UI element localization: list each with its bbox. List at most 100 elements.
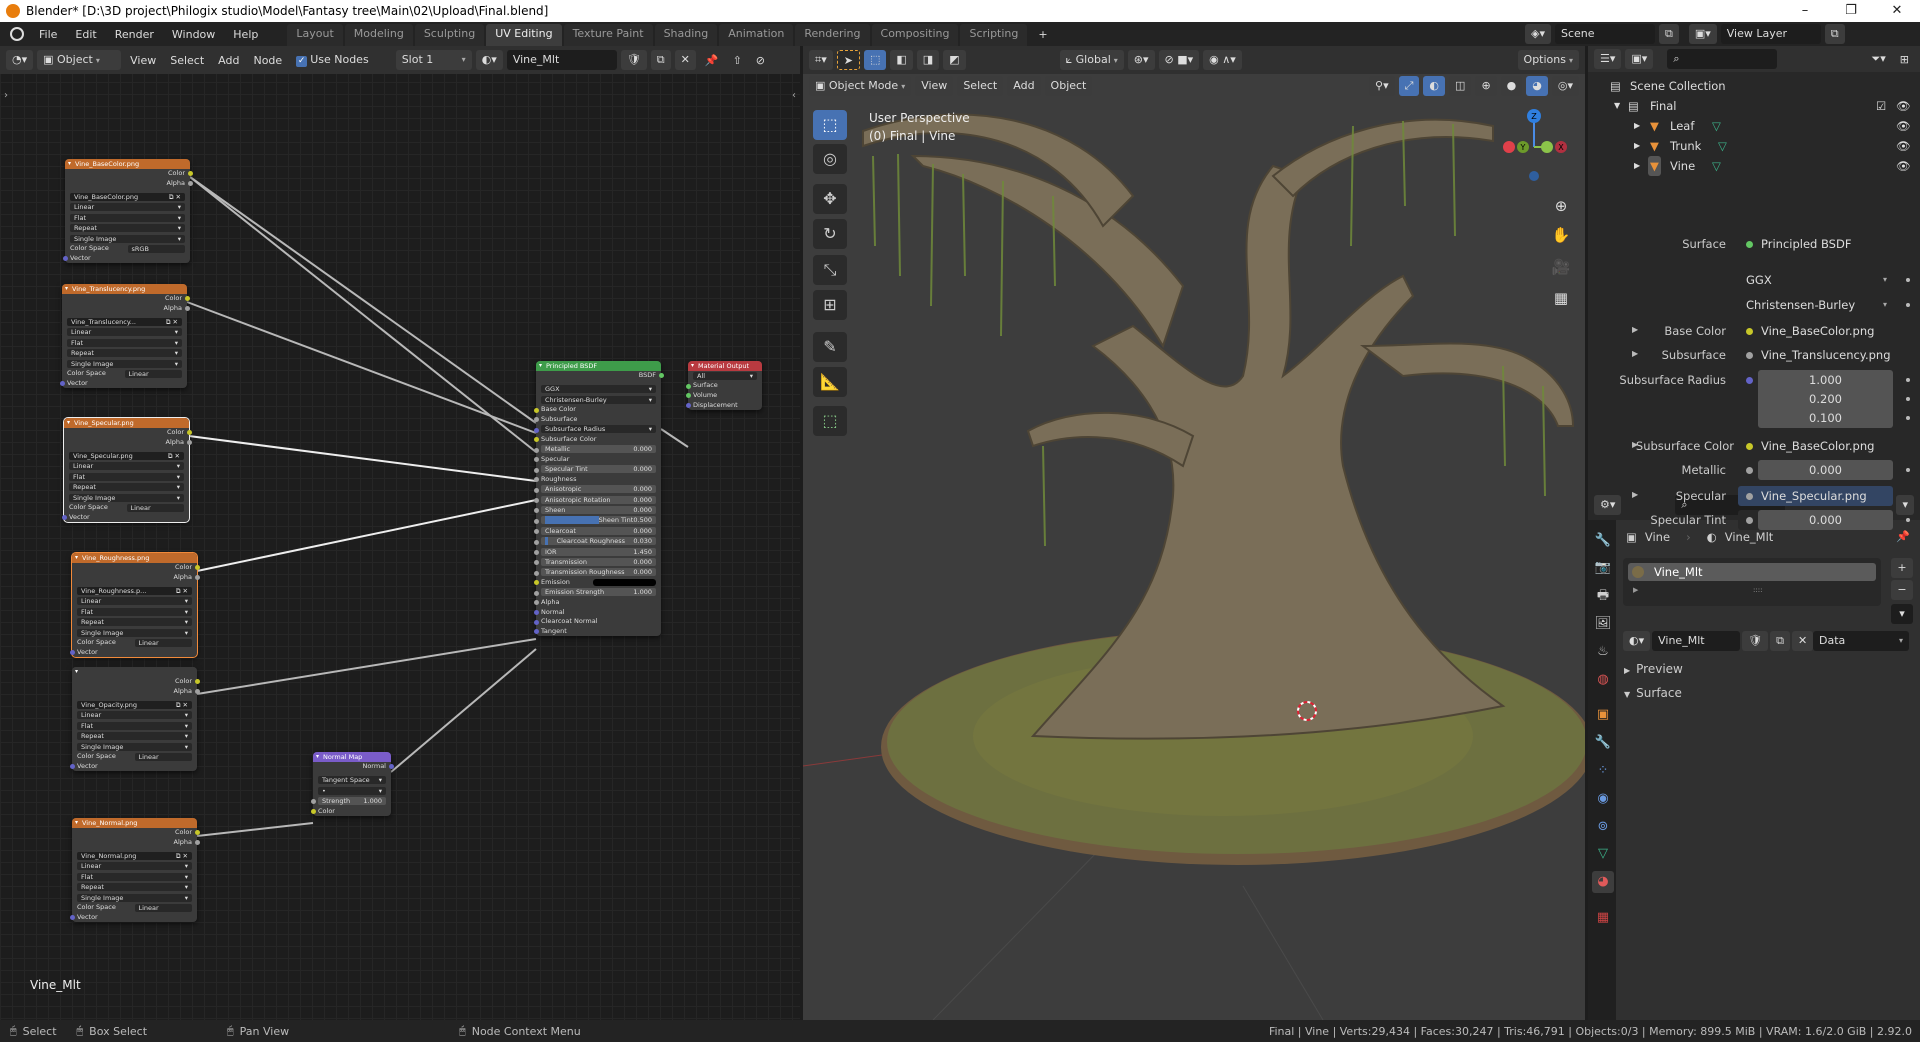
socket-icon[interactable] xyxy=(658,373,664,379)
socket-icon[interactable] xyxy=(533,407,539,413)
workspace-tab-animation[interactable]: Animation xyxy=(719,24,794,46)
node-dropdown[interactable]: Repeat ▾ xyxy=(69,483,184,492)
socket-icon[interactable] xyxy=(685,383,691,389)
socket-icon[interactable] xyxy=(533,487,539,493)
workspace-tab-layout[interactable]: Layout xyxy=(287,24,343,46)
workspace-tab-compositing[interactable]: Compositing xyxy=(871,24,959,46)
socket-icon[interactable] xyxy=(685,402,691,408)
image-buttons-icon[interactable]: ⧉ ✕ xyxy=(176,587,188,595)
3d-viewport[interactable]: ⌗▾ ➤ ⬚ ◧ ◨ ◩ ⟀ Global ▾ ⊛▾ ⊘ ■▾ ◉ ∧▾ Opti… xyxy=(803,46,1585,1020)
node-dropdown[interactable]: Flat ▾ xyxy=(69,472,184,481)
node-header[interactable]: Material Output xyxy=(688,361,762,371)
overlays-toggle-icon[interactable]: ◐ xyxy=(1423,76,1446,96)
minimize-button[interactable]: – xyxy=(1782,0,1828,22)
options-dropdown[interactable]: Options ▾ xyxy=(1517,50,1579,70)
socket-icon[interactable] xyxy=(310,809,316,815)
image-texture-node-specular[interactable]: Vine_Specular.pngColorAlphaVine_Specular… xyxy=(61,416,192,524)
image-buttons-icon[interactable]: ⧉ ✕ xyxy=(176,852,188,860)
tool-add-cube-icon[interactable]: ⬚ xyxy=(813,406,847,436)
normal-map-node[interactable]: Normal MapNormalTangent Space▾•▾Strength… xyxy=(310,752,394,817)
gizmo-toggle-icon[interactable]: ⤢ xyxy=(1398,76,1420,96)
shading-wireframe-icon[interactable]: ⊕ xyxy=(1475,76,1497,96)
slot-specials-button[interactable]: ▾ xyxy=(1891,604,1913,624)
color-space-dropdown[interactable]: Linear xyxy=(126,503,184,512)
image-buttons-icon[interactable]: ⧉ ✕ xyxy=(176,701,188,709)
socket-icon[interactable] xyxy=(533,549,539,555)
socket-icon[interactable] xyxy=(533,518,539,524)
menu-help[interactable]: Help xyxy=(224,28,267,41)
socket-icon[interactable] xyxy=(59,381,65,387)
node-header[interactable]: Vine_Specular.png xyxy=(64,418,189,428)
new-view-layer-icon[interactable]: ⧉ xyxy=(1824,24,1845,44)
material-output-node[interactable]: Material OutputAll ▾ SurfaceVolumeDisplace… xyxy=(685,361,762,411)
transform-pivot-icon[interactable]: ⌗▾ xyxy=(809,50,833,70)
color-space-dropdown[interactable]: Linear xyxy=(134,638,192,647)
workspace-tab-shading[interactable]: Shading xyxy=(654,24,718,46)
tab-output-icon[interactable]: 🖶 xyxy=(1592,585,1614,607)
workspace-tab-modeling[interactable]: Modeling xyxy=(344,24,413,46)
blender-menu-icon[interactable] xyxy=(10,27,24,41)
property-field[interactable]: Vine_Translucency.png xyxy=(1738,345,1893,365)
socket-icon[interactable] xyxy=(194,839,200,845)
node-value-slider[interactable]: Emission Strength 1.000 xyxy=(541,588,656,597)
workspace-tab-scripting[interactable]: Scripting xyxy=(960,24,1028,46)
socket-icon[interactable] xyxy=(194,830,200,836)
node-value-slider[interactable]: Anisotropic Rotation 0.000 xyxy=(541,495,656,504)
node-value-slider[interactable]: Clearcoat Roughness 0.030 xyxy=(541,537,656,546)
maximize-button[interactable]: ❐ xyxy=(1828,0,1874,22)
image-texture-node-opacity[interactable]: ColorAlphaVine_Opacity.png⧉ ✕Linear▾Flat… xyxy=(69,667,200,772)
tab-particles-icon[interactable]: ⁘ xyxy=(1592,760,1614,782)
new-collection-icon[interactable]: ⊞ xyxy=(1895,51,1914,68)
vector-component-field[interactable]: 0.100 xyxy=(1758,408,1893,428)
material-browse-icon[interactable]: ◐▾ xyxy=(1623,631,1651,651)
keyframe-dot-icon[interactable] xyxy=(1906,468,1910,472)
socket-icon[interactable] xyxy=(533,508,539,514)
node-value-slider[interactable]: Clearcoat 0.000 xyxy=(541,526,656,535)
node-header[interactable]: Principled BSDF xyxy=(536,361,661,371)
keyframe-dot-icon[interactable] xyxy=(1906,397,1910,401)
socket-icon[interactable] xyxy=(685,393,691,399)
node-dropdown[interactable]: • ▾ xyxy=(318,786,386,795)
node-value-slider[interactable]: Anisotropic 0.000 xyxy=(541,485,656,494)
socket-icon[interactable] xyxy=(533,427,539,433)
image-texture-node-normal[interactable]: Vine_Normal.pngColorAlphaVine_Normal.png… xyxy=(69,818,200,923)
pivot-point-icon[interactable]: ⊛▾ xyxy=(1127,50,1155,70)
principled-bsdf-node[interactable]: Principled BSDFBSDFGGX▾Christensen-Burle… xyxy=(533,361,664,637)
image-buttons-icon[interactable]: ⧉ ✕ xyxy=(166,318,178,326)
tab-render-icon[interactable]: 📷 xyxy=(1592,557,1614,579)
node-dropdown[interactable]: Tangent Space ▾ xyxy=(318,776,386,785)
fake-user-icon[interactable]: 🛡 xyxy=(1742,631,1769,651)
navigation-gizmo[interactable]: Z Y X xyxy=(1493,106,1573,186)
node-value-slider[interactable]: Sheen 0.000 xyxy=(541,506,656,515)
select-tool-icon[interactable]: ➤ xyxy=(836,50,860,70)
new-scene-icon[interactable]: ⧉ xyxy=(1658,24,1679,44)
node-value-slider[interactable]: Transmission 0.000 xyxy=(541,558,656,567)
color-space-dropdown[interactable]: Linear xyxy=(134,752,192,761)
node-dropdown[interactable]: Repeat ▾ xyxy=(77,618,192,627)
node-dropdown[interactable]: Christensen-Burley ▾ xyxy=(541,395,656,404)
socket-icon[interactable] xyxy=(533,590,539,596)
node-dropdown[interactable]: Single Image ▾ xyxy=(77,742,192,751)
socket-icon[interactable] xyxy=(533,570,539,576)
socket-icon[interactable] xyxy=(186,439,192,445)
value-field[interactable]: 0.000 xyxy=(1758,510,1893,530)
visibility-icon[interactable]: ⚲▾ xyxy=(1369,76,1395,96)
node-dropdown[interactable]: Single Image ▾ xyxy=(77,628,192,637)
panel-surface[interactable]: ▼ Surface xyxy=(1624,686,1682,700)
image-datablock[interactable]: Vine_Opacity.png ⧉ ✕ xyxy=(77,700,192,709)
remove-slot-button[interactable]: − xyxy=(1891,580,1913,600)
color-swatch[interactable] xyxy=(592,579,656,587)
material-slot-item[interactable]: Vine_Mlt xyxy=(1628,563,1876,581)
display-mode-icon[interactable]: ▣▾ xyxy=(1625,49,1654,69)
tab-scene-icon[interactable]: ♨ xyxy=(1592,641,1614,663)
vector-component-field[interactable]: 0.200 xyxy=(1758,389,1893,409)
tab-world-icon[interactable]: ◍ xyxy=(1592,669,1614,691)
image-datablock[interactable]: Vine_Translucency... ⧉ ✕ xyxy=(67,317,182,326)
socket-icon[interactable] xyxy=(62,256,68,262)
menu-edit[interactable]: Edit xyxy=(66,28,105,41)
toolbar-toggle-icon[interactable]: ‹ xyxy=(792,90,796,101)
node-editor[interactable]: ◔▾ ▣ Object ▾ View Select Add Node ✓ Use N… xyxy=(0,46,800,1020)
zoom-view-icon[interactable]: ⊕ xyxy=(1548,193,1574,219)
socket-icon[interactable] xyxy=(533,629,539,635)
node-value-slider[interactable]: IOR 1.450 xyxy=(541,547,656,556)
